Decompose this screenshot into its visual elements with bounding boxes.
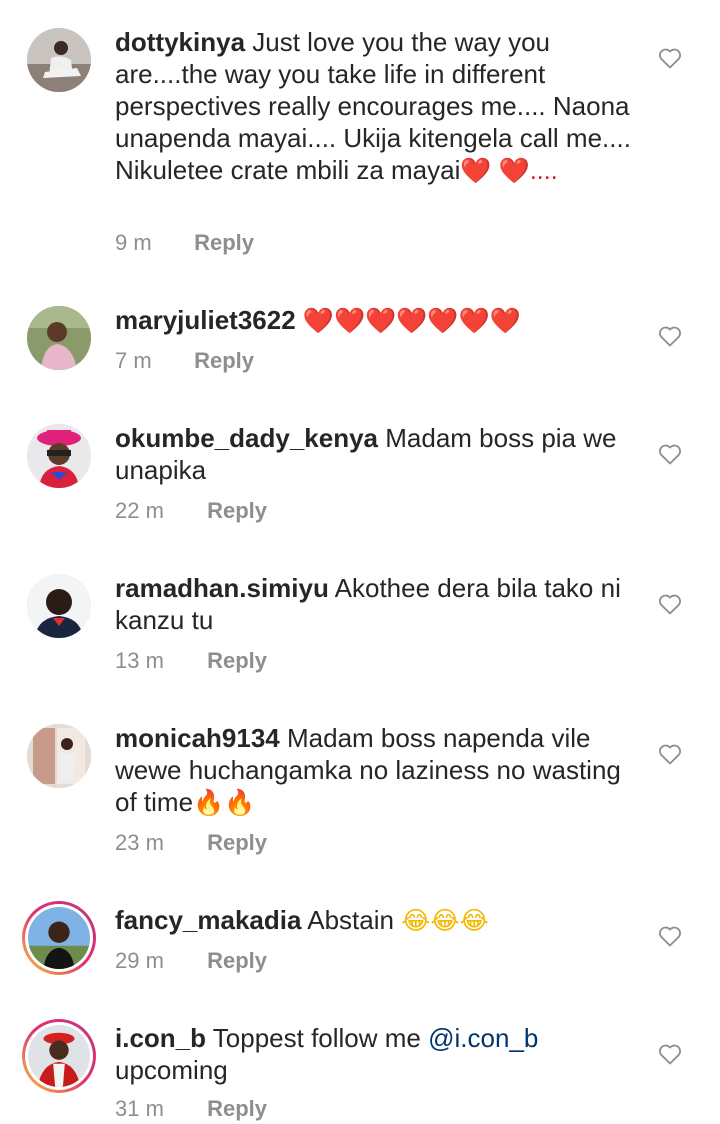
- reply-button[interactable]: Reply: [207, 498, 267, 523]
- heart-outline-icon[interactable]: [658, 47, 682, 69]
- comment-username[interactable]: maryjuliet3622: [115, 305, 296, 335]
- comment-timestamp: 29 m: [115, 948, 164, 973]
- avatar-story-ring[interactable]: [22, 901, 96, 975]
- heart-emoji: ❤️❤️❤️❤️❤️❤️❤️: [302, 307, 521, 335]
- heart-outline-icon[interactable]: [658, 325, 682, 347]
- reply-button[interactable]: Reply: [194, 230, 254, 255]
- heart-outline-icon[interactable]: [658, 443, 682, 465]
- comment-body: Toppest follow me: [212, 1023, 421, 1053]
- avatar[interactable]: [27, 424, 91, 488]
- heart-outline-icon[interactable]: [658, 743, 682, 765]
- comment-timestamp: 22 m: [115, 498, 164, 523]
- comment-username[interactable]: dottykinya: [115, 27, 245, 57]
- comment-text: fancy_makadia Abstain 😂😂😂: [115, 904, 640, 937]
- comment-username[interactable]: i.con_b: [115, 1023, 206, 1053]
- reply-button[interactable]: Reply: [207, 830, 267, 855]
- heart-emoji: ❤️: [460, 157, 492, 185]
- comment-text: okumbe_dady_kenya Madam boss pia we unap…: [115, 422, 640, 486]
- avatar-ring-inner: [25, 1022, 93, 1090]
- comment-timestamp: 13 m: [115, 648, 164, 673]
- avatar-story-ring[interactable]: [22, 1019, 96, 1093]
- heart-outline-icon[interactable]: [658, 593, 682, 615]
- reply-button[interactable]: Reply: [207, 1096, 267, 1121]
- comment-meta: 13 m Reply: [115, 646, 267, 676]
- comment-timestamp: 31 m: [115, 1096, 164, 1121]
- comment-body-tail: upcoming: [115, 1055, 228, 1085]
- comment-text: ramadhan.simiyu Akothee dera bila tako n…: [115, 572, 640, 636]
- comment-text: maryjuliet3622 ❤️❤️❤️❤️❤️❤️❤️: [115, 304, 640, 337]
- comment-meta: 31 m Reply: [115, 1094, 267, 1124]
- avatar[interactable]: [27, 574, 91, 638]
- avatar: [28, 1025, 90, 1087]
- comment-username[interactable]: okumbe_dady_kenya: [115, 423, 378, 453]
- comment-body-tail: ❤️....: [498, 157, 558, 185]
- avatar[interactable]: [27, 724, 91, 788]
- avatar-ring-inner: [25, 904, 93, 972]
- heart-outline-icon[interactable]: [658, 925, 682, 947]
- reply-button[interactable]: Reply: [207, 648, 267, 673]
- comment-meta: 22 m Reply: [115, 496, 267, 526]
- avatar[interactable]: [27, 28, 91, 92]
- comment-timestamp: 7 m: [115, 348, 152, 373]
- comment-username[interactable]: fancy_makadia: [115, 905, 301, 935]
- comment-text: dottykinya Just love you the way you are…: [115, 26, 640, 187]
- comment-meta: 7 m Reply: [115, 346, 254, 376]
- comment-meta: 23 m Reply: [115, 828, 267, 858]
- reply-button[interactable]: Reply: [194, 348, 254, 373]
- laughing-emoji: 😂😂😂: [401, 907, 489, 935]
- comment-meta: 9 m Reply: [115, 228, 254, 258]
- avatar[interactable]: [27, 306, 91, 370]
- comment-text: i.con_b Toppest follow me @i.con_b upcom…: [115, 1022, 640, 1086]
- comment-timestamp: 9 m: [115, 230, 152, 255]
- comment-username[interactable]: ramadhan.simiyu: [115, 573, 329, 603]
- comment-meta: 29 m Reply: [115, 946, 267, 976]
- avatar: [28, 907, 90, 969]
- heart-outline-icon[interactable]: [658, 1043, 682, 1065]
- comment-text: monicah9134 Madam boss napenda vile wewe…: [115, 722, 640, 819]
- reply-button[interactable]: Reply: [207, 948, 267, 973]
- fire-emoji: 🔥🔥: [193, 789, 256, 817]
- comment-username[interactable]: monicah9134: [115, 723, 280, 753]
- comment-timestamp: 23 m: [115, 830, 164, 855]
- user-mention-link[interactable]: @i.con_b: [428, 1023, 538, 1053]
- comment-body: Abstain: [307, 905, 394, 935]
